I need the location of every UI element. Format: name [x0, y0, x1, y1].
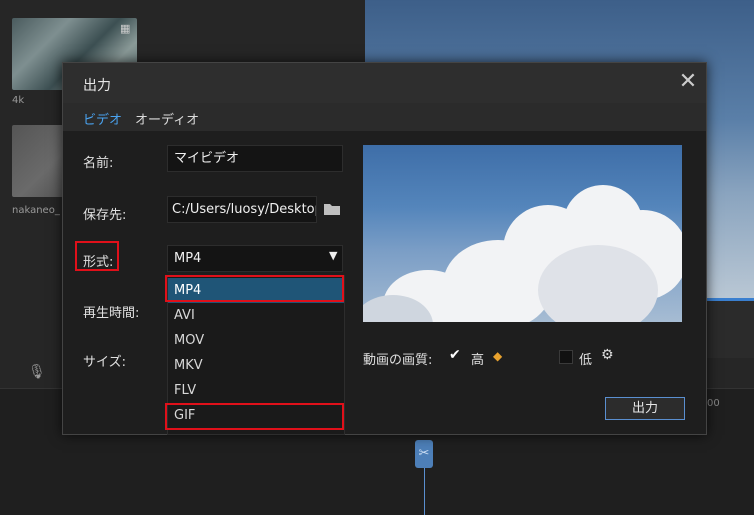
- format-option-mkv[interactable]: MKV: [168, 353, 344, 378]
- tab-audio[interactable]: オーディオ: [135, 109, 199, 128]
- save-location-field[interactable]: C:/Users/luosy/Desktop: [167, 196, 317, 223]
- format-option-mov[interactable]: MOV: [168, 328, 344, 353]
- export-dialog: 出力 ✕ ビデオ オーディオ 名前: マイビデオ 保存先: C:/Users/l…: [62, 62, 707, 435]
- low-quality-checkbox[interactable]: [559, 350, 573, 364]
- high-quality-checkbox[interactable]: ✔: [449, 348, 463, 362]
- microphone-icon[interactable]: 🎙: [28, 364, 46, 380]
- ruler-tick-label: 00: [707, 398, 720, 409]
- size-label: サイズ:: [83, 355, 126, 370]
- export-button[interactable]: 出力: [605, 397, 685, 420]
- high-quality-label: 高: [471, 353, 485, 368]
- quality-label: 動画の画質:: [363, 353, 433, 368]
- preview-image: [363, 145, 682, 322]
- name-label: 名前:: [83, 156, 114, 171]
- mp4-highlight: [165, 275, 344, 302]
- folder-icon[interactable]: [323, 201, 341, 217]
- save-location-label: 保存先:: [83, 208, 127, 223]
- clip-label: 4k: [12, 95, 25, 106]
- dialog-titlebar: 出力 ✕: [63, 63, 706, 103]
- gear-icon[interactable]: ⚙: [601, 347, 614, 363]
- clip-label: nakaneo_: [12, 205, 60, 216]
- low-quality-label: 低: [579, 353, 593, 368]
- format-select[interactable]: MP4: [167, 245, 343, 272]
- dialog-title: 出力: [83, 78, 111, 94]
- tab-bar: ビデオ オーディオ: [63, 103, 706, 131]
- format-label: 形式:: [83, 255, 114, 270]
- premium-icon: ◆: [493, 349, 503, 363]
- name-field[interactable]: マイビデオ: [167, 145, 343, 172]
- film-icon: ▦: [120, 22, 131, 35]
- scissors-icon[interactable]: ✂: [415, 440, 433, 468]
- format-option-avi[interactable]: AVI: [168, 303, 344, 328]
- chevron-down-icon[interactable]: ▼: [329, 249, 337, 262]
- format-option-flv[interactable]: FLV: [168, 378, 344, 403]
- duration-label: 再生時間:: [83, 306, 140, 321]
- close-icon[interactable]: ✕: [675, 69, 701, 95]
- tab-video[interactable]: ビデオ: [83, 109, 122, 128]
- gif-highlight: [165, 403, 344, 430]
